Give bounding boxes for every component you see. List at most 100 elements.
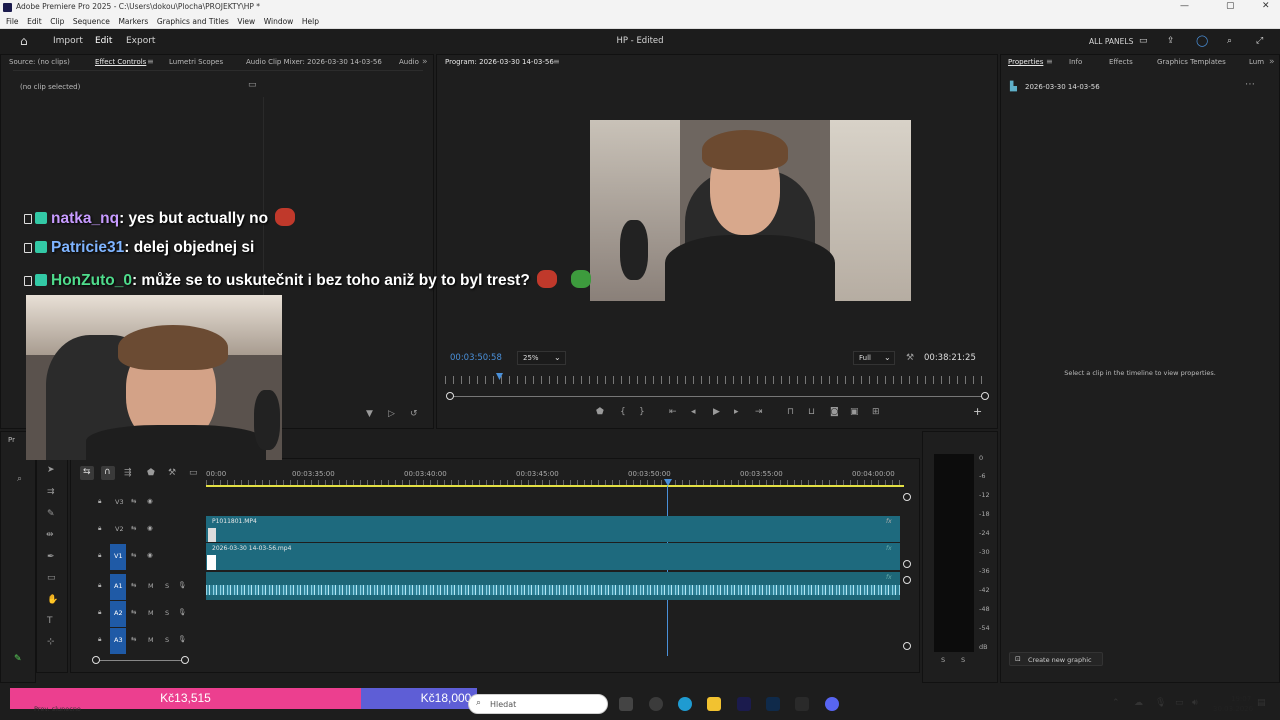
cloud-icon[interactable]: ☁ (1134, 698, 1143, 708)
quality-select[interactable]: Full ⌄ (853, 351, 895, 365)
tray-chevron-icon[interactable]: ⌃ (1112, 698, 1120, 708)
audio-clip-a1[interactable]: fx (206, 572, 900, 600)
lift-icon[interactable]: ⊓ (787, 407, 794, 417)
mic-icon[interactable]: 🎙︎ (178, 581, 186, 589)
lock-icon[interactable]: 🔒︎ (98, 497, 101, 506)
ripple-edit-icon[interactable]: ⇹ (46, 530, 54, 540)
menu-clip[interactable]: Clip (50, 15, 64, 28)
zoom-select[interactable]: 25% ⌄ (517, 351, 566, 365)
work-area-bar[interactable] (206, 485, 904, 487)
minimize-icon[interactable]: — (1180, 1, 1189, 11)
mark-out-icon[interactable]: } (639, 407, 645, 417)
go-to-in-icon[interactable]: ⇤ (669, 407, 677, 417)
more-tabs-icon[interactable]: » (422, 57, 428, 67)
solo-right-button[interactable]: S (961, 656, 965, 664)
toggle-timeline-icon[interactable]: ▭ (248, 80, 257, 90)
davinci-icon[interactable] (795, 697, 809, 711)
type-icon[interactable]: T (47, 616, 53, 626)
fullscreen-icon[interactable]: ⤢ (1256, 36, 1263, 46)
clock-time[interactable]: 19:07 (1231, 695, 1251, 703)
tab-properties[interactable]: Properties (1008, 58, 1043, 66)
video-clip-v2[interactable]: P1011801.MP4 fx (206, 516, 900, 542)
menu-graphics[interactable]: Graphics and Titles (157, 15, 229, 28)
monitor-ruler[interactable] (445, 376, 988, 384)
notification-icon[interactable]: ▤ (1257, 698, 1266, 708)
add-button-icon[interactable]: + (973, 405, 982, 418)
solo-left-button[interactable]: S (941, 656, 945, 664)
mute-button[interactable]: M (148, 582, 154, 590)
monitor-scrollbar[interactable] (451, 396, 987, 397)
linked-selection-icon[interactable]: ⇶ (124, 468, 132, 478)
more-tabs-icon[interactable]: » (1269, 57, 1275, 67)
go-to-out-icon[interactable]: ⇥ (755, 407, 763, 417)
zoom-handle-right[interactable] (181, 656, 189, 664)
panel-menu-icon[interactable]: ≡ (147, 57, 154, 66)
obs-icon[interactable] (649, 697, 663, 711)
menu-markers[interactable]: Markers (118, 15, 148, 28)
lock-icon[interactable]: 🔒︎ (98, 524, 101, 533)
solo-button[interactable]: S (165, 609, 169, 617)
loop-icon[interactable]: ↺ (410, 409, 418, 419)
compare-icon[interactable]: ▣ (850, 407, 859, 417)
network-icon[interactable]: ▭ (1175, 698, 1184, 708)
mute-button[interactable]: M (148, 636, 154, 644)
edge-icon[interactable] (678, 697, 692, 711)
menu-view[interactable]: View (237, 15, 255, 28)
eye-icon[interactable]: ◉ (147, 524, 153, 532)
selection-tool-icon[interactable]: ➤ (47, 465, 55, 475)
play-icon[interactable]: ▶ (713, 407, 720, 417)
track-select-icon[interactable]: ⇉ (47, 487, 55, 497)
mic-tray-icon[interactable]: 🎙︎ (1155, 698, 1166, 708)
video-clip-v1[interactable]: 2026-03-30 14-03-56.mp4 fx (206, 543, 900, 570)
tab-source[interactable]: Source: (no clips) (9, 58, 70, 66)
sync-lock-icon[interactable]: ⇆ (131, 524, 136, 532)
progress-icon[interactable]: ◯ (1196, 34, 1208, 47)
solo-button[interactable]: S (165, 582, 169, 590)
mic-icon[interactable]: 🎙︎ (178, 635, 186, 643)
timeline-playhead-line[interactable] (667, 486, 668, 656)
menu-edit[interactable]: Edit (27, 15, 42, 28)
task-view-icon[interactable] (619, 697, 633, 711)
properties-menu-icon[interactable]: ≡ (1046, 57, 1053, 66)
tab-program[interactable]: Program: 2026-03-30 14-03-56 (445, 58, 554, 66)
eye-icon[interactable]: ◉ (147, 497, 153, 505)
close-icon[interactable]: ✕ (1262, 1, 1270, 11)
sync-lock-icon[interactable]: ⇆ (131, 635, 136, 643)
menu-sequence[interactable]: Sequence (73, 15, 110, 28)
marker-icon[interactable]: ⬟ (596, 407, 604, 417)
lock-icon[interactable]: 🔒︎ (98, 608, 101, 617)
razor-icon[interactable]: ✎ (47, 509, 55, 519)
rectangle-icon[interactable]: ▭ (47, 573, 56, 583)
scroll-handle-left[interactable] (446, 392, 454, 400)
wrench-icon[interactable]: ⚒ (906, 353, 914, 363)
tab-project[interactable]: Pr (8, 436, 15, 444)
current-timecode[interactable]: 00:03:50:58 (450, 353, 502, 363)
tab-audio-clip-mixer[interactable]: Audio Clip Mixer: 2026-03-30 14-03-56 (246, 58, 382, 66)
tab-lumetri-scopes[interactable]: Lumetri Scopes (169, 58, 223, 66)
camera-icon[interactable]: ◙ (830, 407, 839, 417)
hand-icon[interactable]: ✋ (47, 595, 58, 605)
search-icon[interactable]: ⌕ (17, 474, 22, 484)
file-explorer-icon[interactable] (707, 697, 721, 711)
sync-lock-icon[interactable]: ⇆ (131, 581, 136, 589)
volume-icon[interactable]: 🔊︎ (1192, 698, 1198, 708)
tab-effects[interactable]: Effects (1109, 58, 1133, 66)
track-scroll-handle[interactable] (903, 576, 911, 584)
discord-icon[interactable] (825, 697, 839, 711)
track-scroll-handle[interactable] (903, 560, 911, 568)
all-panels-button[interactable]: ALL PANELS (1089, 37, 1133, 46)
clock-date[interactable]: 30.03.2026 (1213, 705, 1253, 713)
share-icon[interactable]: ⇪ (1167, 36, 1175, 46)
tab-graphics-templates[interactable]: Graphics Templates (1157, 58, 1226, 66)
lock-icon[interactable]: 🔒︎ (98, 635, 101, 644)
photoshop-icon[interactable] (766, 697, 780, 711)
play-audio-icon[interactable]: ▷ (388, 409, 395, 419)
mark-in-icon[interactable]: { (620, 407, 626, 417)
timeline-settings-icon[interactable]: ⚒ (168, 468, 176, 478)
taskbar-search[interactable]: ⌕ Hledat (468, 694, 608, 714)
timeline-zoom-bar[interactable] (96, 660, 186, 661)
tab-effect-controls[interactable]: Effect Controls (95, 58, 146, 66)
tab-info[interactable]: Info (1069, 58, 1082, 66)
panel-layout-icon[interactable]: ▭ (1139, 36, 1148, 46)
pen-icon[interactable]: ✒ (47, 552, 55, 562)
